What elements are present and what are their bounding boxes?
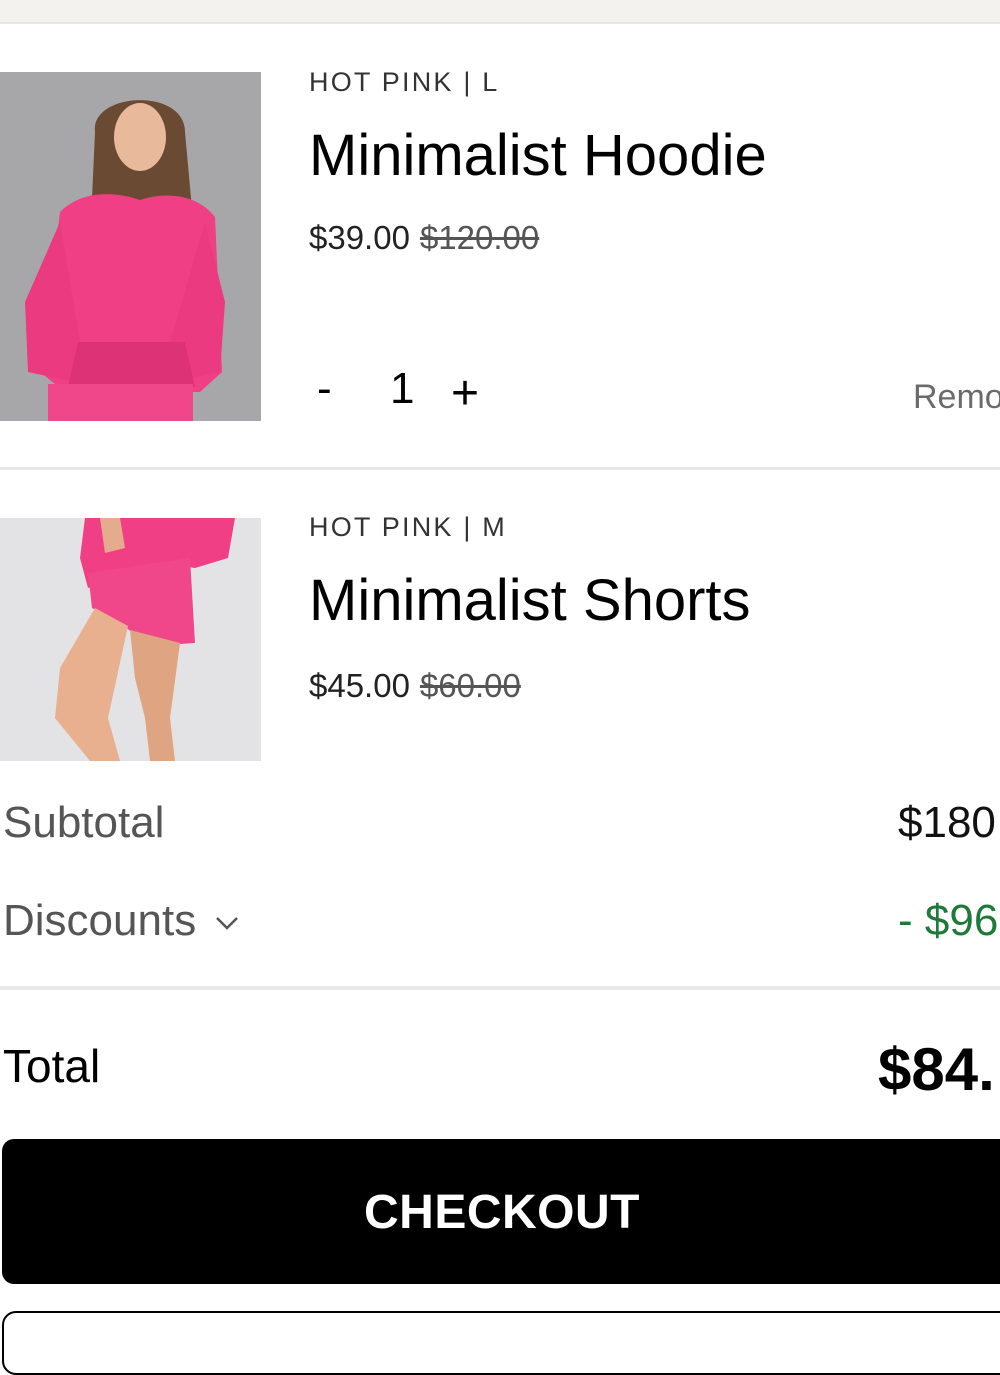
subtotal-row: Subtotal $180 — [0, 798, 1000, 858]
chevron-down-icon — [216, 917, 239, 931]
discounts-label: Discounts — [3, 896, 197, 945]
checkout-button[interactable]: CHECKOUT — [2, 1139, 1000, 1284]
increment-button[interactable]: + — [451, 366, 479, 421]
secondary-button[interactable] — [2, 1311, 1000, 1375]
remove-link[interactable]: Remo — [913, 378, 1000, 417]
sale-price: $39.00 — [309, 219, 410, 256]
cart-item-shorts: HOT PINK | M Minimalist Shorts $45.00 $60… — [0, 470, 1000, 762]
original-price: $60.00 — [419, 667, 521, 704]
product-name[interactable]: Minimalist Hoodie — [309, 122, 767, 189]
discounts-value: - $96 — [898, 896, 999, 945]
original-price: $120.00 — [419, 219, 540, 256]
shorts-photo — [0, 518, 261, 761]
quantity-value: 1 — [390, 364, 415, 413]
total-label: Total — [3, 1040, 101, 1092]
decrement-button[interactable]: - — [317, 364, 332, 414]
shorts-product-image[interactable] — [0, 518, 261, 761]
total-row: Total $84. — [0, 1035, 1000, 1105]
discounts-row[interactable]: Discounts - $96 — [0, 896, 1000, 956]
subtotal-value: $180 — [898, 798, 996, 847]
discounts-toggle[interactable]: Discounts — [3, 896, 240, 946]
cart-item-hoodie: HOT PINK | L Minimalist Hoodie $39.00 $12… — [0, 24, 1000, 468]
hoodie-photo — [0, 72, 261, 421]
subtotal-label: Subtotal — [3, 798, 165, 847]
checkout-label: CHECKOUT — [364, 1186, 640, 1239]
summary-divider — [0, 986, 1000, 990]
price-block: $39.00 $120.00 — [309, 219, 539, 257]
total-value: $84. — [878, 1036, 995, 1103]
product-name[interactable]: Minimalist Shorts — [309, 567, 751, 634]
price-block: $45.00 $60.00 — [309, 667, 521, 705]
sale-price: $45.00 — [309, 667, 410, 704]
variant-label: HOT PINK | L — [309, 67, 500, 97]
variant-label: HOT PINK | M — [309, 512, 507, 542]
quantity-stepper: - 1 + — [309, 364, 509, 424]
hoodie-product-image[interactable] — [0, 72, 261, 421]
top-bar — [0, 0, 1000, 24]
